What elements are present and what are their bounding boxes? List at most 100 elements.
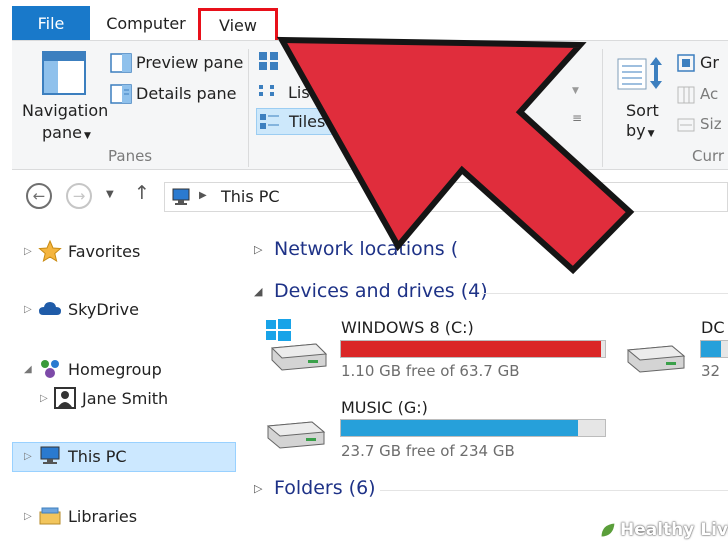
- this-pc-label: This PC: [68, 446, 127, 466]
- back-button[interactable]: ←: [26, 183, 52, 209]
- tiles-label: Tiles: [289, 112, 326, 131]
- details-pane-label: Details pane: [136, 84, 237, 103]
- drive-partial-free-space: 32: [701, 362, 721, 380]
- favorites-label: Favorites: [68, 241, 141, 261]
- sort-by-label-2: by ▼: [626, 121, 655, 140]
- details-pane-icon: [110, 84, 132, 104]
- drive-partial-name: DC: [701, 318, 725, 337]
- nav-item-skydrive[interactable]: ▷ SkyDrive: [24, 299, 139, 319]
- folders-header: Folders (6): [274, 477, 376, 499]
- navigation-pane-icon: [42, 51, 86, 95]
- star-icon: [38, 240, 62, 262]
- nav-item-homegroup[interactable]: ◢ Homegroup: [24, 358, 162, 380]
- layout-expand-icon[interactable]: ≡: [572, 111, 582, 125]
- layout-tiles[interactable]: Tiles: [256, 108, 366, 135]
- leaf-logo-icon: [600, 522, 616, 538]
- network-locations-header: Network locations (: [274, 238, 459, 260]
- devices-and-drives-header: Devices and drives (4): [274, 280, 488, 302]
- expand-icon: ▷: [254, 481, 263, 495]
- homegroup-icon: [41, 360, 59, 378]
- tab-view[interactable]: View: [198, 8, 278, 43]
- group-divider: [380, 490, 728, 491]
- watermark-text: Healthy Living: [620, 520, 728, 540]
- list-icon: [259, 85, 274, 96]
- tiles-icon: [260, 114, 279, 129]
- panes-group-label: Panes: [108, 147, 153, 165]
- watermark: Healthy Living: [598, 520, 728, 540]
- group-by-icon: [677, 54, 695, 72]
- drive-g-name: MUSIC (G:): [341, 398, 428, 417]
- collapse-icon: ◢: [254, 284, 263, 298]
- navigation-pane: ▷ Favorites ▷ SkyDrive ◢ Homegroup ▷ Jan…: [12, 222, 240, 546]
- libraries-icon: [39, 507, 61, 525]
- tab-computer[interactable]: Computer: [94, 6, 198, 40]
- recent-locations-dropdown[interactable]: ▼: [106, 189, 114, 200]
- homegroup-label: Homegroup: [68, 359, 162, 379]
- drive-partial-usage-fill: [701, 341, 721, 357]
- current-view-group-label: Curr: [692, 147, 725, 165]
- forward-button[interactable]: →: [66, 183, 92, 209]
- address-bar-row: ← → ▼ ↑ ▶ This PC: [12, 170, 728, 222]
- drive-c-usage-bar: [340, 340, 606, 358]
- navigation-pane-button[interactable]: Navigation pane ▼: [18, 47, 110, 143]
- expand-icon: ▷: [24, 510, 32, 522]
- preview-pane-label: Preview pane: [136, 53, 244, 72]
- nav-item-favorites[interactable]: ▷ Favorites: [24, 240, 140, 262]
- size-columns-button[interactable]: Siz: [676, 113, 728, 137]
- sort-by-button[interactable]: Sort by ▼: [616, 51, 672, 143]
- ribbon-separator: [248, 49, 249, 167]
- expand-icon: ▷: [254, 242, 263, 256]
- breadcrumb-chevron-icon: ▶: [199, 190, 207, 201]
- nav-item-libraries[interactable]: ▷ Libraries: [24, 506, 137, 526]
- drive-g-usage-bar: [340, 419, 606, 437]
- nav-item-this-pc[interactable]: ▷ This PC: [24, 446, 127, 466]
- nav-item-jane-smith[interactable]: ▷ Jane Smith: [40, 387, 168, 409]
- preview-pane-button[interactable]: Preview pane: [108, 51, 243, 75]
- details-pane-button[interactable]: Details pane: [108, 82, 238, 106]
- group-devices-and-drives[interactable]: ◢ Devices and drives (4): [254, 280, 488, 302]
- list-label: List: [288, 83, 316, 102]
- hard-drive-icon: [266, 421, 326, 449]
- group-network-locations[interactable]: ▷ Network locations (: [254, 238, 458, 260]
- large-icons-icon: [259, 52, 278, 70]
- navigation-pane-label-2: pane ▼: [42, 123, 91, 142]
- expand-icon: ▷: [24, 450, 32, 462]
- group-folders[interactable]: ▷ Folders (6): [254, 477, 376, 499]
- group-divider: [482, 293, 728, 294]
- address-box[interactable]: ▶ This PC: [164, 182, 728, 212]
- navigation-pane-label-1: Navigation: [22, 101, 109, 120]
- ribbon: Navigation pane ▼ Preview pane Details pa…: [12, 40, 728, 170]
- tab-file[interactable]: File: [12, 6, 90, 40]
- drive-partial-usage-bar: [700, 340, 728, 358]
- add-columns-icon: [677, 86, 695, 104]
- expand-icon: ▷: [24, 303, 32, 315]
- hard-drive-icon: [626, 345, 686, 373]
- sort-by-icon: [617, 57, 662, 90]
- group-by-label: Gr: [700, 53, 719, 72]
- computer-icon: [172, 188, 190, 205]
- add-columns-button[interactable]: Ac: [676, 83, 728, 107]
- windows-drive-icon: [266, 319, 328, 371]
- drive-c-usage-fill: [341, 341, 601, 357]
- expand-icon: ▷: [40, 392, 48, 404]
- group-by-button[interactable]: Gr: [676, 51, 728, 75]
- add-columns-label: Ac: [700, 85, 719, 103]
- jane-smith-label: Jane Smith: [82, 388, 169, 408]
- size-columns-label: Siz: [700, 115, 722, 133]
- ribbon-tab-bar: File Computer View: [0, 0, 728, 43]
- skydrive-label: SkyDrive: [68, 299, 139, 319]
- drive-g-usage-fill: [341, 420, 579, 436]
- preview-pane-icon: [110, 53, 132, 73]
- expand-icon: ▷: [24, 245, 32, 257]
- drive-g-free-space: 23.7 GB free of 234 GB: [341, 442, 515, 460]
- chevron-down-icon: ▼: [83, 131, 91, 141]
- layout-extra-large-icons[interactable]: [258, 51, 288, 75]
- breadcrumb-this-pc[interactable]: This PC: [221, 187, 280, 206]
- user-avatar-icon: [54, 387, 76, 409]
- layout-scroll-down-icon[interactable]: ▼: [572, 86, 579, 96]
- up-button[interactable]: ↑: [134, 182, 150, 204]
- computer-icon: [40, 446, 60, 464]
- layout-list[interactable]: List: [258, 81, 348, 105]
- content-area: ▷ Network locations ( ◢ Devices and driv…: [240, 222, 728, 546]
- cloud-icon: [39, 302, 61, 315]
